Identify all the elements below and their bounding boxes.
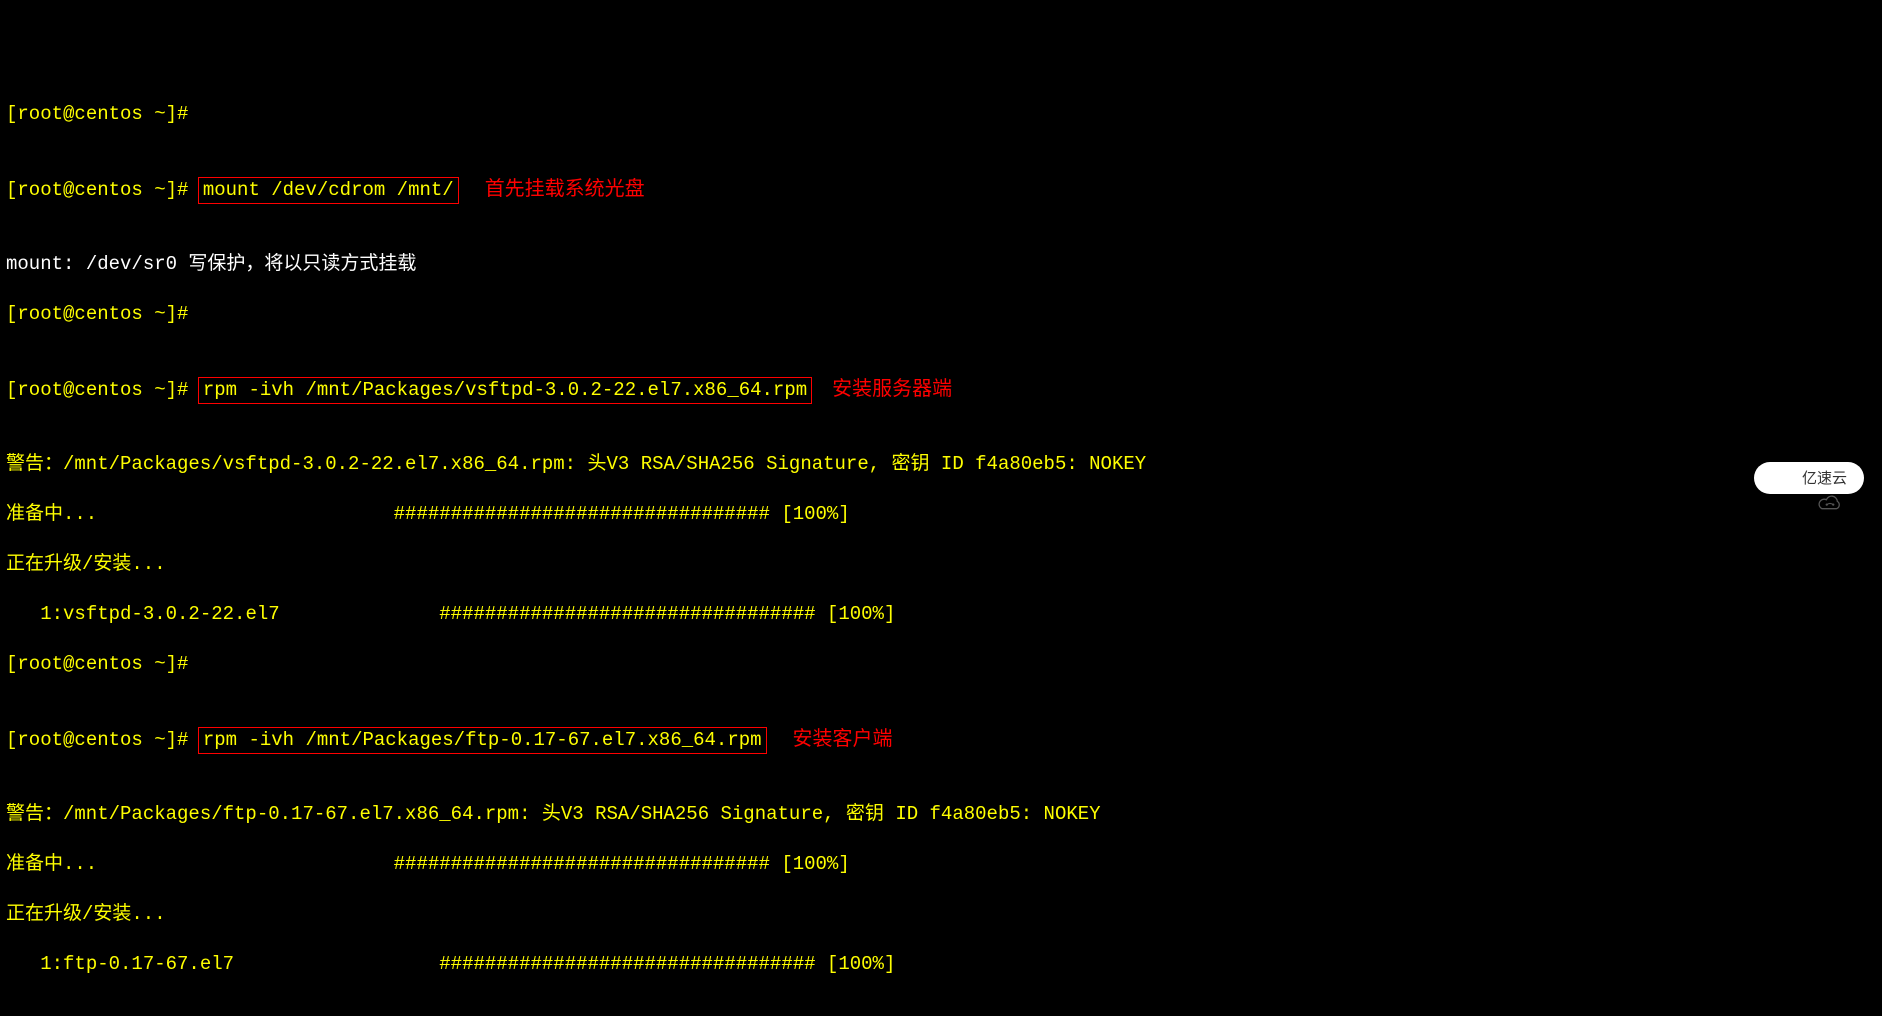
prompt: [root@centos ~]# xyxy=(6,378,200,403)
watermark-badge: 亿速云 xyxy=(1754,462,1864,494)
terminal-line: 正在升级/安装... xyxy=(6,552,1882,577)
terminal-line: [root@centos ~]# rpm -ivh /mnt/Packages/… xyxy=(6,377,1882,402)
annotation-text: 安装服务器端 xyxy=(832,377,952,402)
terminal-line: 警告：/mnt/Packages/vsftpd-3.0.2-22.el7.x86… xyxy=(6,452,1882,477)
prompt: [root@centos ~]# xyxy=(6,728,200,753)
terminal-line: [root@centos ~]# xyxy=(6,302,1882,327)
terminal-line: 警告：/mnt/Packages/ftp-0.17-67.el7.x86_64.… xyxy=(6,802,1882,827)
terminal-line: 准备中... #################################… xyxy=(6,852,1882,877)
watermark-text: 亿速云 xyxy=(1802,466,1847,491)
prompt: [root@centos ~]# xyxy=(6,178,200,203)
terminal-line: [root@centos ~]# xyxy=(6,102,1882,127)
command-highlight-box: rpm -ivh /mnt/Packages/ftp-0.17-67.el7.x… xyxy=(198,727,767,754)
terminal-line: 1:ftp-0.17-67.el7 ######################… xyxy=(6,952,1882,977)
terminal-line: 准备中... #################################… xyxy=(6,502,1882,527)
terminal-line: 1:vsftpd-3.0.2-22.el7 ##################… xyxy=(6,602,1882,627)
terminal-line: [root@centos ~]# rpm -ivh /mnt/Packages/… xyxy=(6,727,1882,752)
terminal-line: 正在升级/安装... xyxy=(6,902,1882,927)
annotation-text: 安装客户端 xyxy=(793,727,893,752)
terminal-line: [root@centos ~]# xyxy=(6,652,1882,677)
annotation-text: 首先挂载系统光盘 xyxy=(485,177,645,202)
terminal-line: mount: /dev/sr0 写保护，将以只读方式挂载 xyxy=(6,252,1882,277)
terminal-line: [root@centos ~]# mount /dev/cdrom /mnt/ … xyxy=(6,177,1882,202)
cloud-icon xyxy=(1771,469,1797,487)
command-highlight-box: rpm -ivh /mnt/Packages/vsftpd-3.0.2-22.e… xyxy=(198,377,812,404)
command-highlight-box: mount /dev/cdrom /mnt/ xyxy=(198,177,459,204)
